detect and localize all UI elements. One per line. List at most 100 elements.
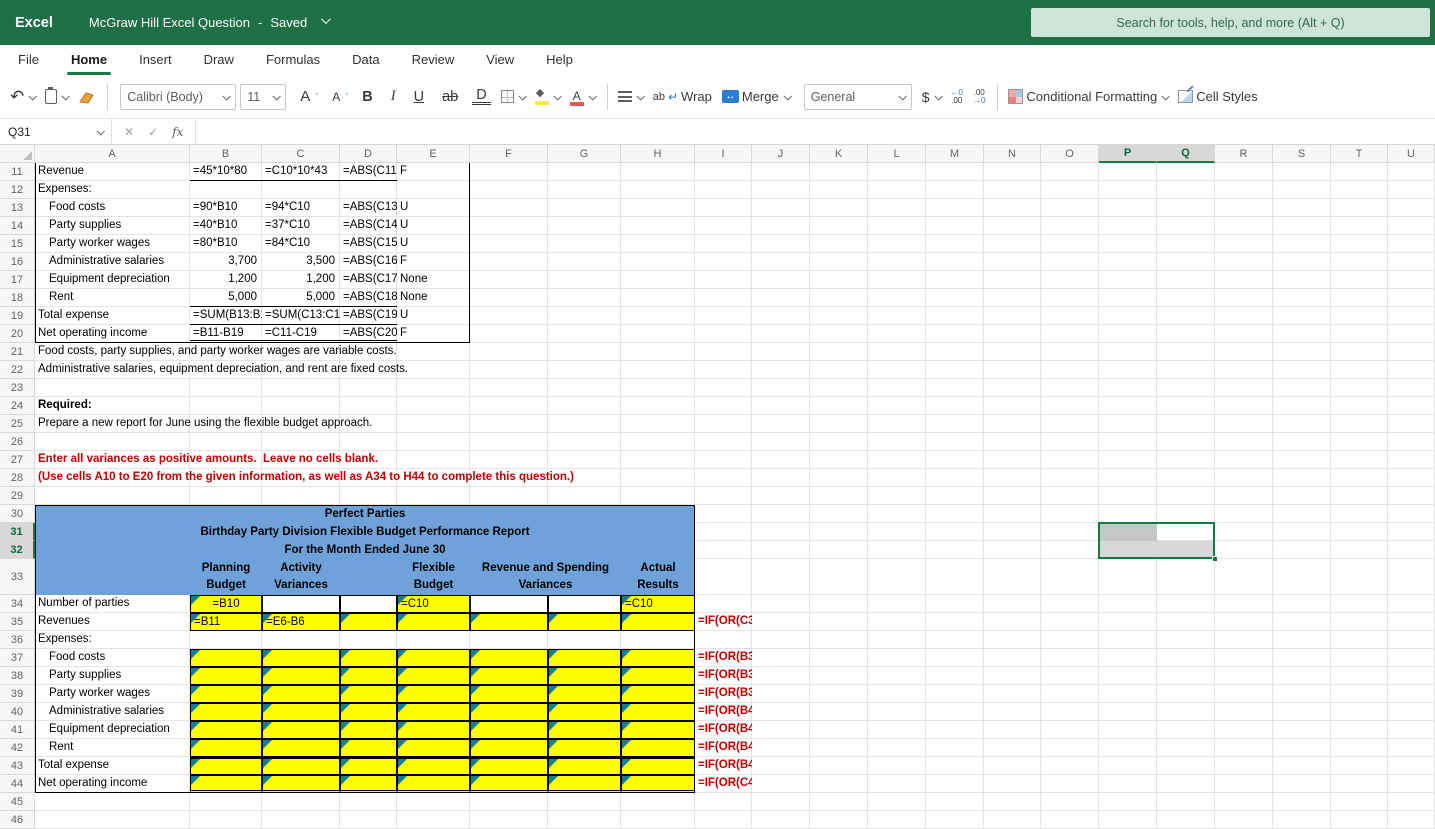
column-header-G[interactable]: G [548,145,621,163]
cell-C44[interactable] [262,775,340,793]
strikethrough-button[interactable]: ab [438,89,462,105]
cell-A40[interactable]: Administrative salaries [35,703,190,721]
name-box[interactable]: Q31 [0,119,112,144]
number-format-select[interactable]: General [803,83,912,110]
cell-A37[interactable]: Food costs [35,649,190,667]
cell-H40[interactable] [621,703,695,721]
cell-B39[interactable] [190,685,262,703]
row-header-45[interactable]: 45 [0,793,35,811]
cell-H38[interactable] [621,667,695,685]
cell-A19[interactable]: Total expense [35,307,190,325]
cell-C20[interactable]: =C11-C19 [262,325,340,343]
cell-A41[interactable]: Equipment depreciation [35,721,190,739]
cell-B15[interactable]: =80*B10 [190,235,262,253]
row-header-35[interactable]: 35 [0,613,35,631]
cell-D20[interactable]: =ABS(C20- [340,325,397,343]
row-header-32[interactable]: 32 [0,541,35,559]
row-header-44[interactable]: 44 [0,775,35,793]
cell-A43[interactable]: Total expense [35,757,190,775]
cell-H42[interactable] [621,739,695,757]
undo-chevron-icon[interactable] [28,91,38,101]
column-header-L[interactable]: L [868,145,926,163]
align-button[interactable] [617,91,645,102]
row-header-39[interactable]: 39 [0,685,35,703]
cell-D15[interactable]: =ABS(C15- [340,235,397,253]
row-header-16[interactable]: 16 [0,253,35,271]
cell-E37[interactable] [397,649,470,667]
cell-B44[interactable] [190,775,262,793]
row-header-37[interactable]: 37 [0,649,35,667]
cell-D16[interactable]: =ABS(C16- [340,253,397,271]
cell-E12[interactable] [397,181,470,199]
cell-G41[interactable] [548,721,621,739]
cell-F37[interactable] [470,649,548,667]
cell-A25[interactable]: Prepare a new report for June using the … [35,415,735,433]
column-header-P[interactable]: P [1099,145,1157,163]
cell-E19[interactable]: U [397,307,470,325]
cell-D35[interactable] [340,613,397,631]
cell-E13[interactable]: U [397,199,470,217]
column-header-H[interactable]: H [621,145,695,163]
row-header-46[interactable]: 46 [0,811,35,829]
cell-C37[interactable] [262,649,340,667]
merge-button[interactable]: ↔ Merge [721,89,792,104]
cell-D44[interactable] [340,775,397,793]
cell-A38[interactable]: Party supplies [35,667,190,685]
merge-chevron-icon[interactable] [783,91,792,101]
fill-color-chevron-icon[interactable] [553,91,562,101]
cell-I38[interactable]: =IF(OR(B3 [695,667,752,685]
row-header-22[interactable]: 22 [0,361,35,379]
cell-I43[interactable]: =IF(OR(B4 [695,757,752,775]
column-header-F[interactable]: F [470,145,548,163]
row-header-34[interactable]: 34 [0,595,35,613]
cell-E43[interactable] [397,757,470,775]
row-header-23[interactable]: 23 [0,379,35,397]
row-header-18[interactable]: 18 [0,289,35,307]
cell-E17[interactable]: None [397,271,470,289]
font-color-button[interactable]: A [569,89,597,106]
enter-icon[interactable]: ✓ [148,125,158,139]
cell-E34[interactable]: =C10 [397,595,470,613]
cancel-icon[interactable]: ✕ [124,125,134,139]
cell-H39[interactable] [621,685,695,703]
row-header-17[interactable]: 17 [0,271,35,289]
cell-A24[interactable]: Required: [35,397,190,415]
cell-E40[interactable] [397,703,470,721]
cell-D13[interactable]: =ABS(C13- [340,199,397,217]
row-header-27[interactable]: 27 [0,451,35,469]
row-header-29[interactable]: 29 [0,487,35,505]
cell-D41[interactable] [340,721,397,739]
cell-D37[interactable] [340,649,397,667]
cell-F41[interactable] [470,721,548,739]
currency-button[interactable]: $ [922,89,943,105]
cell-G39[interactable] [548,685,621,703]
cell-D17[interactable]: =ABS(C17- [340,271,397,289]
cell-G34[interactable] [548,595,621,613]
cell-B14[interactable]: =40*B10 [190,217,262,235]
paste-chevron-icon[interactable] [61,91,71,101]
cell-E44[interactable] [397,775,470,793]
cell-B13[interactable]: =90*B10 [190,199,262,217]
decrease-decimal-button[interactable]: .00 →0 [973,88,985,105]
row-header-15[interactable]: 15 [0,235,35,253]
borders-button[interactable] [500,90,527,103]
column-header-U[interactable]: U [1388,145,1435,163]
tab-home[interactable]: Home [66,46,112,75]
cell-C18[interactable]: 5,000 [262,289,340,307]
column-header-K[interactable]: K [810,145,868,163]
cell-D39[interactable] [340,685,397,703]
cell-B35[interactable]: =B11 [190,613,262,631]
cell-C11[interactable]: =C10*10*43 [262,163,340,181]
cell-C16[interactable]: 3,500 [262,253,340,271]
cell-H43[interactable] [621,757,695,775]
row-header-30[interactable]: 30 [0,505,35,523]
document-title[interactable]: McGraw Hill Excel Question [89,15,250,30]
cell-A20[interactable]: Net operating income [35,325,190,343]
cell-B11[interactable]: =45*10*80 [190,163,262,181]
cell-E20[interactable]: F [397,325,470,343]
cell-D14[interactable]: =ABS(C14- [340,217,397,235]
cell-D38[interactable] [340,667,397,685]
cell-C41[interactable] [262,721,340,739]
column-header-Q[interactable]: Q [1157,145,1215,163]
row-header-33[interactable]: 33 [0,559,35,595]
